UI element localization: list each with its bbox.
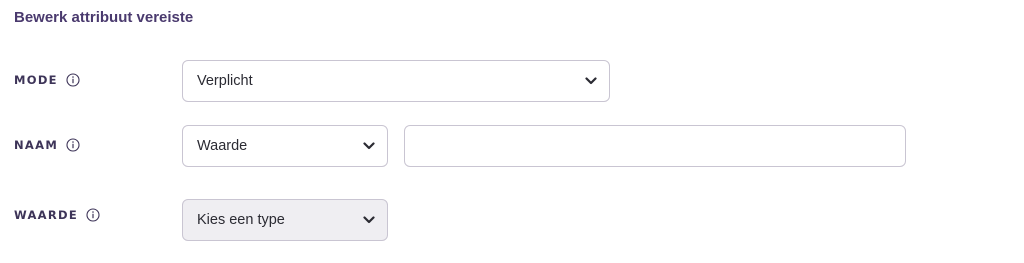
info-icon[interactable] (66, 138, 80, 152)
form-title: Bewerk attribuut vereiste (14, 9, 194, 26)
info-icon[interactable] (86, 208, 100, 222)
mode-label: MODE (14, 73, 58, 87)
chevron-down-icon (585, 77, 597, 85)
naam-label: NAAM (14, 138, 59, 152)
naam-type-select[interactable]: Waarde (182, 125, 388, 167)
waarde-type-select[interactable]: Kies een type (182, 199, 388, 241)
waarde-label-group: WAARDE (14, 208, 100, 222)
naam-value-input[interactable] (404, 125, 906, 167)
chevron-down-icon (363, 142, 375, 150)
chevron-down-icon (363, 216, 375, 224)
info-icon[interactable] (66, 73, 80, 87)
naam-select-value: Waarde (197, 138, 248, 154)
mode-label-group: MODE (14, 73, 80, 87)
waarde-label: WAARDE (14, 208, 79, 222)
mode-select[interactable]: Verplicht (182, 60, 610, 102)
waarde-select-value: Kies een type (197, 212, 285, 228)
mode-select-value: Verplicht (197, 73, 253, 89)
naam-label-group: NAAM (14, 138, 80, 152)
